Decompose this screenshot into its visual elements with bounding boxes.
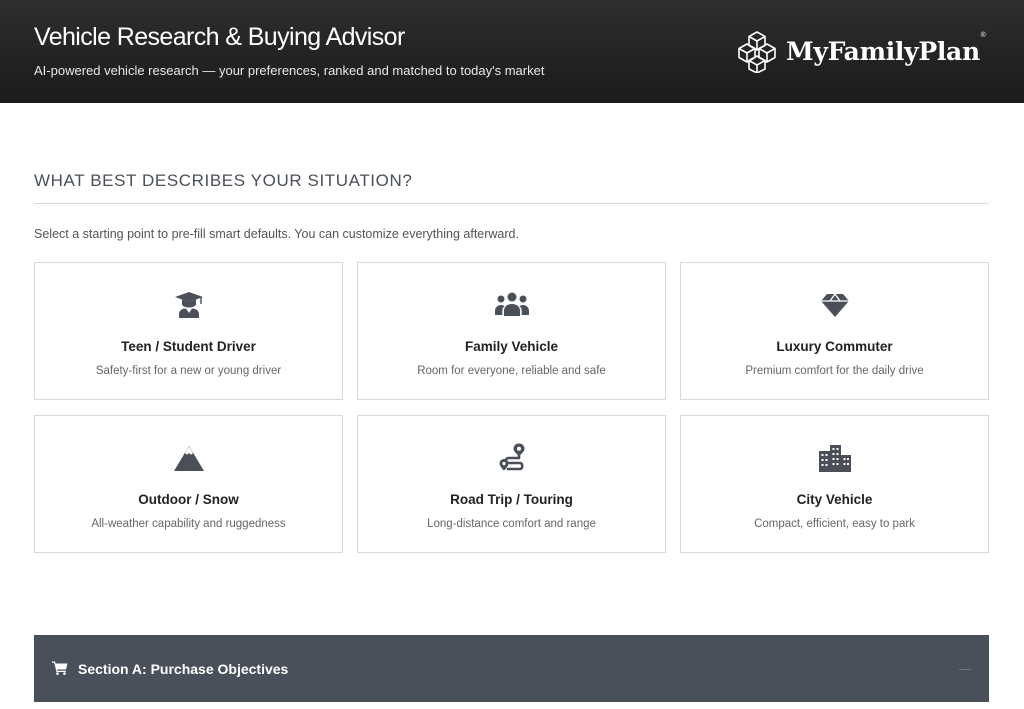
- brand-name: MyFamilyPlan: [786, 36, 980, 66]
- situation-card-outdoor[interactable]: Outdoor / Snow All-weather capability an…: [34, 415, 343, 553]
- card-description: Long-distance comfort and range: [427, 518, 596, 530]
- card-description: Premium comfort for the daily drive: [745, 365, 924, 377]
- situation-card-luxury[interactable]: Luxury Commuter Premium comfort for the …: [680, 262, 989, 400]
- situation-card-road-trip[interactable]: Road Trip / Touring Long-distance comfor…: [357, 415, 666, 553]
- card-title: City Vehicle: [796, 492, 873, 507]
- heading-divider: [34, 203, 989, 204]
- card-title: Road Trip / Touring: [450, 492, 573, 507]
- card-description: Compact, efficient, easy to park: [754, 518, 915, 530]
- card-title: Outdoor / Snow: [138, 492, 239, 507]
- section-a-title: Section A: Purchase Objectives: [78, 661, 289, 677]
- situation-instructions: Select a starting point to pre-fill smar…: [34, 227, 519, 241]
- card-title: Luxury Commuter: [776, 339, 893, 354]
- page-title: Vehicle Research & Buying Advisor: [34, 23, 405, 51]
- graduation-cap-icon: [35, 289, 342, 323]
- situation-card-family[interactable]: Family Vehicle Room for everyone, reliab…: [357, 262, 666, 400]
- family-icon: [358, 289, 665, 323]
- situation-card-city[interactable]: City Vehicle Compact, efficient, easy to…: [680, 415, 989, 553]
- city-icon: [681, 442, 988, 476]
- section-a-header[interactable]: Section A: Purchase Objectives: [34, 635, 989, 702]
- situation-heading: WHAT BEST DESCRIBES YOUR SITUATION?: [34, 171, 413, 190]
- app-header: Vehicle Research & Buying Advisor AI-pow…: [0, 0, 1024, 103]
- mountain-icon: [35, 442, 342, 476]
- collapse-dash-icon[interactable]: [959, 669, 971, 670]
- route-icon: [358, 442, 665, 476]
- page-subtitle: AI-powered vehicle research — your prefe…: [34, 63, 545, 78]
- card-title: Teen / Student Driver: [121, 339, 256, 354]
- diamond-icon: [681, 289, 988, 323]
- cubes-logo-icon: [738, 31, 776, 73]
- registered-mark: ®: [980, 32, 986, 39]
- card-description: Safety-first for a new or young driver: [95, 365, 282, 377]
- brand-logo[interactable]: MyFamilyPlan ®: [736, 28, 986, 74]
- situation-card-teen[interactable]: Teen / Student Driver Safety-first for a…: [34, 262, 343, 400]
- card-title: Family Vehicle: [464, 339, 559, 354]
- shopping-cart-icon: [52, 661, 68, 675]
- card-description: Room for everyone, reliable and safe: [417, 365, 606, 377]
- card-description: All-weather capability and ruggedness: [91, 518, 286, 530]
